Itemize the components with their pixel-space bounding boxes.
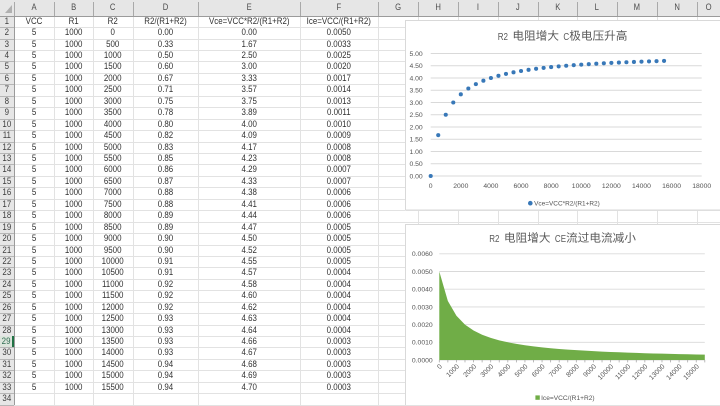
svg-text:R2: R2: [489, 233, 500, 244]
svg-text:2.50: 2.50: [409, 112, 422, 119]
svg-text:0: 0: [429, 183, 433, 190]
svg-text:0.0040: 0.0040: [412, 286, 433, 293]
svg-text:0.0010: 0.0010: [412, 339, 433, 346]
svg-text:0.0060: 0.0060: [412, 251, 433, 258]
svg-text:0.0030: 0.0030: [412, 304, 433, 311]
svg-text:CE: CE: [555, 233, 566, 244]
svg-text:0.50: 0.50: [409, 161, 422, 168]
svg-text:0.0020: 0.0020: [412, 322, 433, 329]
svg-text:8000: 8000: [544, 183, 559, 190]
svg-text:0.00: 0.00: [409, 173, 422, 180]
svg-text:4000: 4000: [483, 183, 498, 190]
svg-text:4.00: 4.00: [409, 75, 422, 82]
svg-text:5.00: 5.00: [409, 51, 422, 58]
svg-text:2000: 2000: [453, 183, 468, 190]
svg-text:4.50: 4.50: [409, 63, 422, 70]
svg-text:3.50: 3.50: [409, 88, 422, 95]
svg-text:Ice=VCC/(R1+R2): Ice=VCC/(R1+R2): [541, 394, 595, 401]
svg-text:12000: 12000: [602, 183, 621, 190]
svg-text:C: C: [563, 32, 569, 43]
svg-text:14000: 14000: [632, 183, 651, 190]
svg-text:10000: 10000: [572, 183, 591, 190]
svg-text:0.0050: 0.0050: [412, 268, 433, 275]
svg-text:1.00: 1.00: [409, 149, 422, 156]
svg-text:0.0000: 0.0000: [412, 357, 433, 364]
svg-text:1.50: 1.50: [409, 137, 422, 144]
svg-text:2.00: 2.00: [409, 124, 422, 131]
svg-text:16000: 16000: [662, 183, 681, 190]
svg-text:6000: 6000: [513, 183, 528, 190]
svg-text:3.00: 3.00: [409, 100, 422, 107]
svg-text:R2: R2: [498, 32, 509, 43]
svg-text:Vce=VCC*R2/(R1+R2): Vce=VCC*R2/(R1+R2): [534, 201, 600, 208]
svg-text:18000: 18000: [692, 183, 711, 190]
